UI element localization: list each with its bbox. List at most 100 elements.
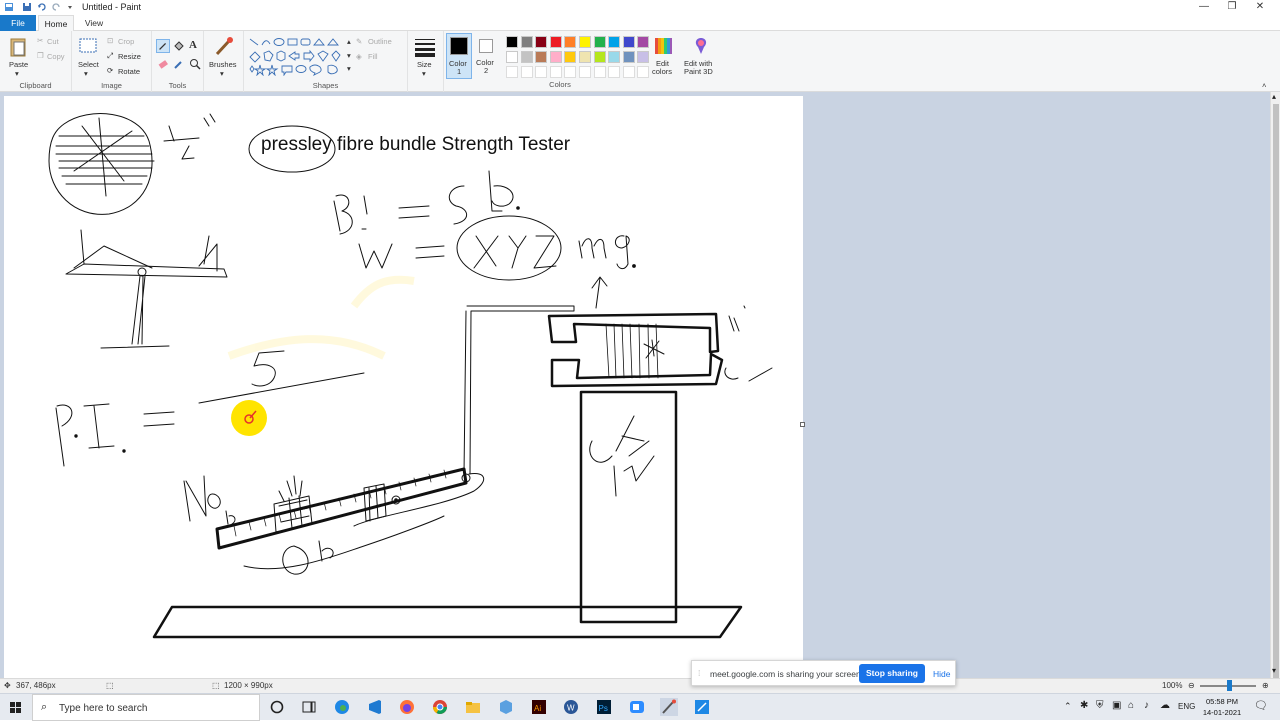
edit-with-paint3d-button[interactable]: Edit with Paint 3D	[682, 31, 720, 92]
drag-handle-icon[interactable]: ⁞	[698, 668, 700, 678]
antivirus-icon[interactable]: ⛨	[1096, 700, 1104, 711]
undo-icon[interactable]	[37, 2, 47, 12]
color-swatch[interactable]	[549, 51, 562, 63]
chrome-icon[interactable]	[431, 698, 449, 716]
minimize-button[interactable]: —	[1190, 0, 1218, 15]
fill-icon[interactable]	[172, 39, 186, 53]
shapes-gallery-icon[interactable]	[248, 36, 348, 76]
zoom-app-icon[interactable]	[628, 698, 646, 716]
scroll-up-arrow-icon[interactable]: ▴	[1272, 92, 1276, 101]
color-swatch[interactable]	[622, 51, 635, 63]
color-swatch[interactable]	[506, 36, 518, 48]
tab-home[interactable]: Home	[38, 15, 74, 31]
crop-button[interactable]: Crop	[118, 37, 134, 46]
magnifier-icon[interactable]	[188, 57, 202, 71]
rotate-button[interactable]: Rotate	[118, 67, 140, 76]
start-icon[interactable]	[0, 694, 32, 721]
pencil-icon[interactable]	[156, 39, 170, 53]
empty-custom-color-slot[interactable]	[535, 66, 548, 78]
file-explorer-icon[interactable]	[464, 698, 482, 716]
resize-button[interactable]: Resize	[118, 52, 141, 61]
snipping-tool-icon[interactable]	[693, 698, 711, 716]
fill-button[interactable]: Fill	[368, 52, 378, 61]
color2-button[interactable]: Color 2	[474, 33, 500, 79]
bluetooth-icon[interactable]: ✱	[1080, 700, 1088, 711]
network-icon[interactable]: ⌂	[1128, 700, 1134, 711]
brushes-button[interactable]: Brushes	[209, 60, 237, 69]
outline-button[interactable]: Outline	[368, 37, 392, 46]
color-picker-icon[interactable]	[172, 57, 186, 71]
empty-custom-color-slot[interactable]	[520, 66, 533, 78]
empty-custom-color-slot[interactable]	[608, 66, 621, 78]
color-swatch[interactable]	[593, 36, 606, 48]
empty-custom-color-slot[interactable]	[549, 66, 562, 78]
collapse-ribbon-icon[interactable]: ˄	[1262, 81, 1266, 90]
color-swatch[interactable]	[579, 51, 591, 63]
color-swatch[interactable]	[549, 36, 562, 48]
select-icon[interactable]	[78, 37, 98, 55]
color-swatch[interactable]	[520, 51, 533, 63]
paint-taskbar-icon[interactable]	[660, 698, 678, 716]
size-button[interactable]: Size	[417, 60, 432, 69]
more-shapes-icon[interactable]: ▾	[347, 64, 351, 73]
word-icon[interactable]: W	[562, 698, 580, 716]
vscode-icon[interactable]	[366, 698, 384, 716]
scroll-down-arrow-icon[interactable]: ▾	[1272, 666, 1276, 675]
system-clock[interactable]: 05:58 PM 14-01-2021	[1196, 696, 1248, 718]
close-button[interactable]: ✕	[1246, 0, 1274, 15]
tab-file[interactable]: File	[0, 15, 36, 31]
size-icon[interactable]	[414, 37, 436, 57]
vertical-scrollbar[interactable]: ▴ ▾	[1270, 92, 1280, 686]
eraser-icon[interactable]	[156, 57, 170, 71]
empty-custom-color-slot[interactable]	[593, 66, 606, 78]
color-swatch[interactable]	[564, 51, 577, 63]
color-swatch[interactable]	[535, 51, 548, 63]
tab-view[interactable]: View	[78, 15, 110, 31]
canvas-resize-handle[interactable]	[800, 422, 805, 427]
scroll-down-icon[interactable]: ▾	[347, 51, 351, 60]
scrollbar-thumb[interactable]	[1273, 104, 1279, 686]
cut-button[interactable]: Cut	[47, 37, 59, 46]
color-swatch[interactable]	[520, 36, 533, 48]
color-swatch[interactable]	[506, 51, 518, 63]
show-hidden-icons-icon[interactable]: ⌃	[1064, 701, 1072, 712]
color-swatch[interactable]	[608, 36, 621, 48]
restore-button[interactable]: ❐	[1218, 0, 1246, 15]
volume-icon[interactable]: ♪	[1144, 700, 1149, 711]
firefox-icon[interactable]	[398, 698, 416, 716]
color-swatch[interactable]	[579, 36, 591, 48]
onedrive-icon[interactable]: ☁	[1160, 700, 1170, 711]
hide-banner-button[interactable]: Hide	[933, 669, 950, 679]
color-swatch[interactable]	[622, 36, 635, 48]
empty-custom-color-slot[interactable]	[579, 66, 591, 78]
zoom-slider-thumb[interactable]	[1227, 680, 1232, 691]
edge-icon[interactable]	[333, 698, 351, 716]
zoom-in-icon[interactable]: ⊕	[1262, 681, 1269, 690]
color-swatch[interactable]	[564, 36, 577, 48]
save-icon[interactable]	[22, 2, 32, 12]
color-swatch[interactable]	[535, 36, 548, 48]
tray-app-icon[interactable]: ▣	[1112, 700, 1121, 711]
color1-button[interactable]: Color 1	[446, 33, 472, 79]
3d-viewer-icon[interactable]	[497, 698, 515, 716]
color-swatch[interactable]	[593, 51, 606, 63]
illustrator-icon[interactable]: Ai	[530, 698, 548, 716]
color-swatch[interactable]	[608, 51, 621, 63]
redo-icon[interactable]	[51, 2, 61, 12]
drawing-canvas[interactable]: pressley fibre bundle Strength Tester	[4, 96, 803, 678]
scroll-up-icon[interactable]: ▴	[347, 37, 351, 46]
taskbar-search-box[interactable]: ⌕ Type here to search	[32, 694, 260, 721]
empty-custom-color-slot[interactable]	[622, 66, 635, 78]
empty-custom-color-slot[interactable]	[564, 66, 577, 78]
text-icon[interactable]: A	[189, 39, 197, 51]
edit-colors-button[interactable]: Edit colors	[646, 31, 680, 92]
paste-button[interactable]: Paste	[9, 60, 28, 69]
empty-custom-color-slot[interactable]	[506, 66, 518, 78]
photoshop-icon[interactable]: Ps	[595, 698, 613, 716]
cortana-icon[interactable]	[268, 698, 286, 716]
paste-icon[interactable]	[8, 36, 28, 58]
notifications-icon[interactable]: 🗨	[1254, 699, 1268, 712]
task-view-icon[interactable]	[300, 698, 318, 716]
stop-sharing-button[interactable]: Stop sharing	[859, 664, 925, 683]
copy-button[interactable]: Copy	[47, 52, 65, 61]
